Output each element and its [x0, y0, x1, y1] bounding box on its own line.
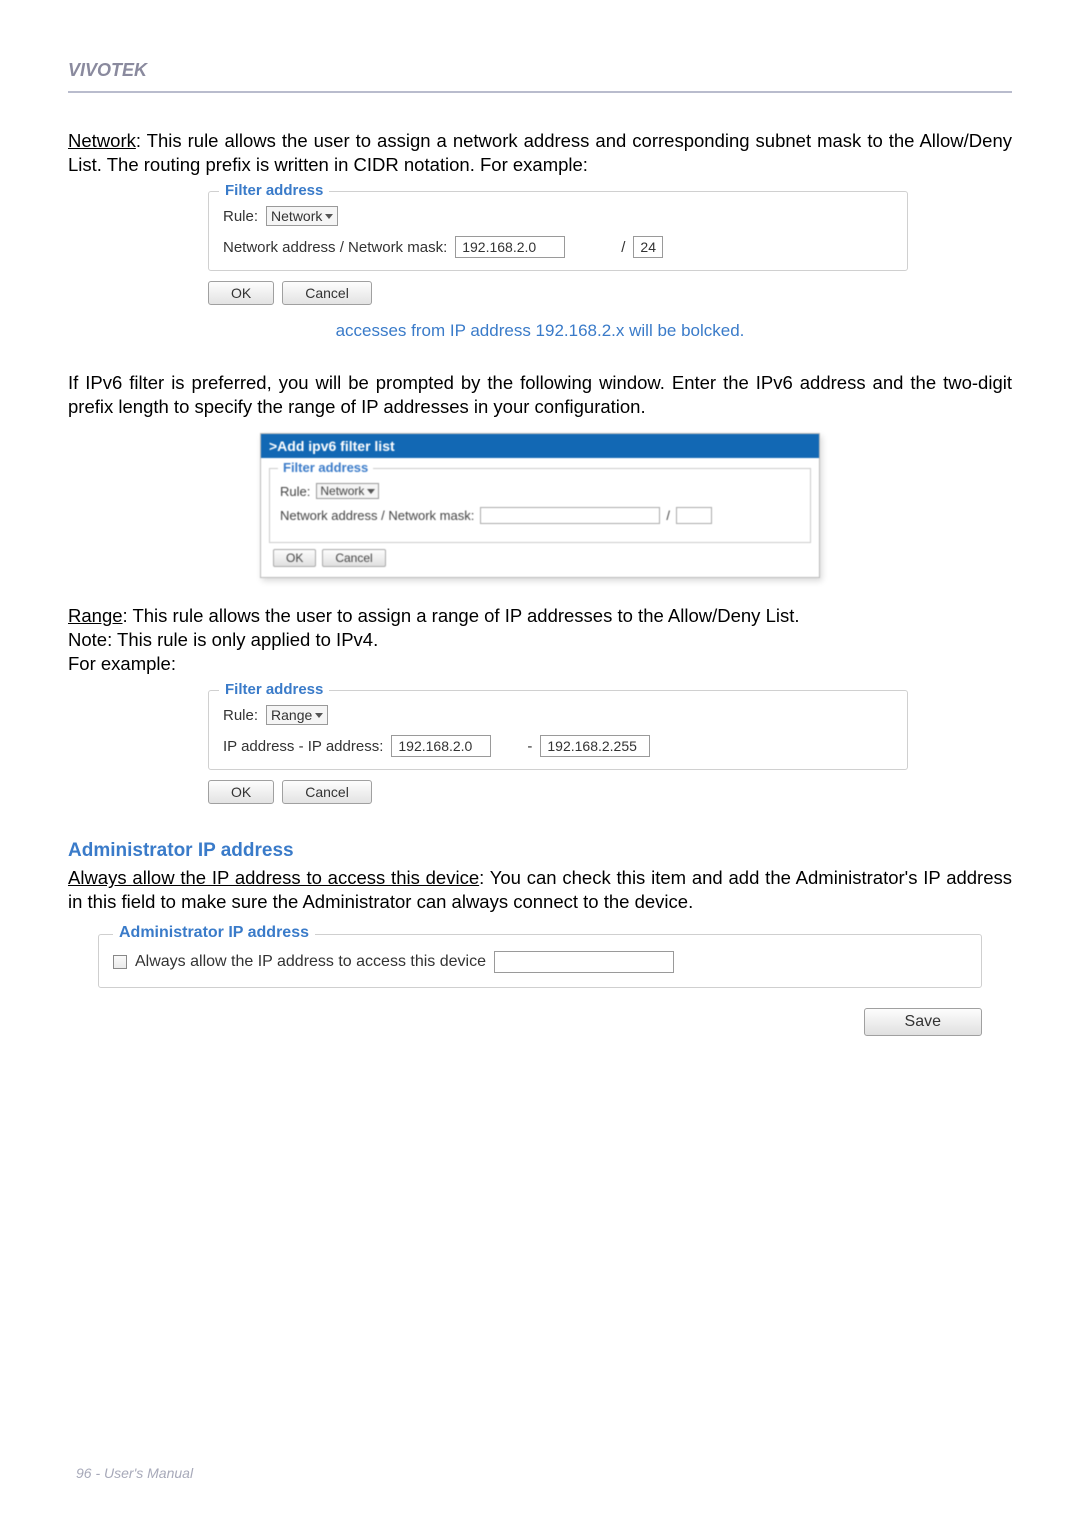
- figure-range-filter: Filter address Rule: Range IP address - …: [208, 690, 1012, 770]
- paragraph-ipv6: If IPv6 filter is preferred, you will be…: [68, 371, 1012, 419]
- paragraph-network: Network: This rule allows the user to as…: [68, 129, 1012, 177]
- range-filter-legend: Filter address: [219, 681, 329, 698]
- admin-ip-input[interactable]: [494, 951, 674, 973]
- admin-ip-fieldset: Administrator IP address Always allow th…: [98, 934, 982, 988]
- always-allow-label: Always allow the IP address to access th…: [135, 953, 486, 971]
- chevron-down-icon: [315, 713, 323, 718]
- range-note: Note: This rule is only applied to IPv4.: [68, 628, 1012, 652]
- admin-ip-figure: Administrator IP address Always allow th…: [98, 934, 982, 1036]
- ipv6-window-title: >Add ipv6 filter list: [261, 434, 819, 458]
- page-footer: 96 - User's Manual: [76, 1465, 193, 1481]
- rule-select[interactable]: Network: [266, 206, 338, 226]
- ipv6-filter-legend: Filter address: [278, 460, 373, 475]
- figure3-buttons: OK Cancel: [208, 780, 1012, 804]
- chevron-down-icon: [325, 214, 333, 219]
- admin-ip-legend: Administrator IP address: [113, 924, 315, 942]
- ipv6-filter-window: >Add ipv6 filter list Filter address Rul…: [260, 433, 820, 578]
- rule-label: Rule:: [223, 208, 258, 225]
- range-lead: Range: [68, 605, 123, 626]
- range-rule-label: Rule:: [223, 707, 258, 724]
- range-ok-button[interactable]: OK: [208, 780, 274, 804]
- ipv6-slash: /: [666, 508, 670, 523]
- ipv6-rule-select[interactable]: Network: [316, 483, 379, 499]
- range-example: For example:: [68, 652, 1012, 676]
- rule-select-value: Network: [271, 208, 322, 224]
- range-rule-value: Range: [271, 707, 312, 723]
- ipv6-rule-label: Rule:: [280, 484, 310, 499]
- brand-header: VIVOTEK: [68, 60, 1012, 91]
- network-address-input[interactable]: 192.168.2.0: [455, 236, 565, 258]
- ipv6-rule-value: Network: [320, 484, 364, 498]
- paragraph-range: Range: This rule allows the user to assi…: [68, 604, 1012, 628]
- ip-end-input[interactable]: 192.168.2.255: [540, 735, 650, 757]
- ipv6-cancel-button[interactable]: Cancel: [322, 549, 385, 567]
- dash-separator: -: [527, 738, 532, 755]
- always-allow-checkbox[interactable]: [113, 955, 127, 969]
- ipv6-buttons: OK Cancel: [273, 549, 819, 567]
- network-address-label: Network address / Network mask:: [223, 239, 447, 256]
- header-rule: [68, 91, 1012, 93]
- ipv6-address-input[interactable]: [480, 507, 660, 524]
- filter-address-fieldset: Filter address Rule: Network Network add…: [208, 191, 908, 271]
- chevron-down-icon: [367, 489, 375, 494]
- slash-separator: /: [621, 239, 625, 256]
- range-cancel-button[interactable]: Cancel: [282, 780, 372, 804]
- admin-paragraph: Always allow the IP address to access th…: [68, 866, 1012, 914]
- cancel-button[interactable]: Cancel: [282, 281, 372, 305]
- ipv6-prefix-input[interactable]: [676, 507, 712, 524]
- ipv6-filter-fieldset: Filter address Rule: Network Network add…: [269, 468, 811, 543]
- admin-section-heading: Administrator IP address: [68, 840, 1012, 862]
- figure1-caption: accesses from IP address 192.168.2.x wil…: [68, 321, 1012, 341]
- save-button[interactable]: Save: [864, 1008, 982, 1036]
- range-filter-fieldset: Filter address Rule: Range IP address - …: [208, 690, 908, 770]
- filter-address-legend: Filter address: [219, 182, 329, 199]
- network-lead: Network: [68, 130, 136, 151]
- ipv6-ok-button[interactable]: OK: [273, 549, 316, 567]
- network-mask-input[interactable]: 24: [633, 236, 663, 258]
- range-rest: : This rule allows the user to assign a …: [123, 605, 800, 626]
- range-rule-select[interactable]: Range: [266, 705, 328, 725]
- figure1-buttons: OK Cancel: [208, 281, 1012, 305]
- ip-start-input[interactable]: 192.168.2.0: [391, 735, 491, 757]
- ok-button[interactable]: OK: [208, 281, 274, 305]
- admin-lead: Always allow the IP address to access th…: [68, 867, 479, 888]
- ipv6-address-label: Network address / Network mask:: [280, 508, 474, 523]
- network-rest: : This rule allows the user to assign a …: [68, 130, 1012, 175]
- figure-network-filter: Filter address Rule: Network Network add…: [208, 191, 1012, 271]
- ip-range-label: IP address - IP address:: [223, 738, 383, 755]
